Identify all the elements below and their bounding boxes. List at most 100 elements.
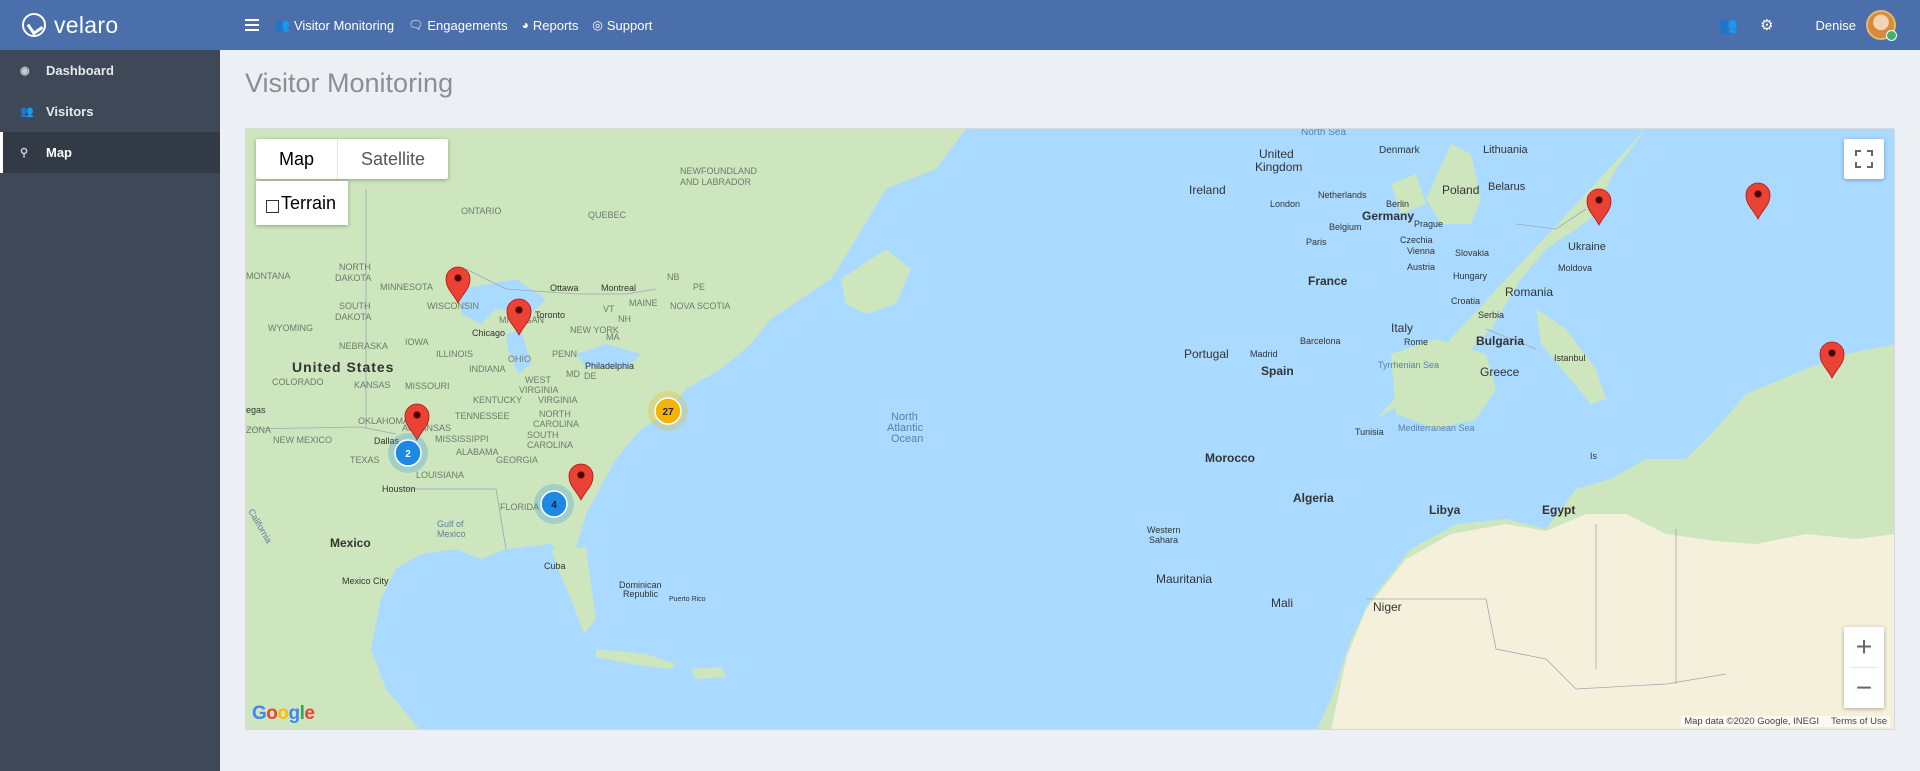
svg-text:Algeria: Algeria xyxy=(1293,491,1334,505)
svg-text:Poland: Poland xyxy=(1442,183,1479,197)
svg-text:KENTUCKY: KENTUCKY xyxy=(473,395,522,405)
svg-text:Lithuania: Lithuania xyxy=(1483,144,1529,156)
svg-text:ILLINOIS: ILLINOIS xyxy=(436,349,473,359)
svg-text:United: United xyxy=(1259,147,1294,161)
svg-text:AND LABRADOR: AND LABRADOR xyxy=(680,177,752,187)
svg-text:Republic: Republic xyxy=(623,589,659,599)
svg-text:MAINE: MAINE xyxy=(629,298,658,308)
svg-text:Gulf of: Gulf of xyxy=(437,519,464,529)
avatar[interactable] xyxy=(1866,10,1897,41)
svg-text:Rome: Rome xyxy=(1404,337,1428,347)
svg-text:Madrid: Madrid xyxy=(1250,349,1278,359)
svg-text:Hungary: Hungary xyxy=(1453,271,1488,281)
map-attribution: Map data ©2020 Google, INEGI Terms of Us… xyxy=(1681,716,1890,727)
nav-visitor-monitoring[interactable]: 👥 Visitor Monitoring xyxy=(275,18,394,33)
page-title: Visitor Monitoring xyxy=(245,68,454,98)
svg-text:Ireland: Ireland xyxy=(1189,183,1226,197)
svg-text:Egypt: Egypt xyxy=(1542,503,1575,517)
svg-text:TEXAS: TEXAS xyxy=(350,455,380,465)
svg-text:Chicago: Chicago xyxy=(472,328,505,338)
svg-text:Niger: Niger xyxy=(1373,600,1402,614)
svg-text:NEWFOUNDLAND: NEWFOUNDLAND xyxy=(680,166,758,176)
team-icon[interactable]: 👥 xyxy=(1719,16,1738,34)
pie-chart-icon: ◕ xyxy=(521,18,529,32)
cluster-27[interactable]: 27 xyxy=(648,391,688,431)
cluster-4[interactable]: 4 xyxy=(534,484,574,524)
svg-text:Spain: Spain xyxy=(1261,364,1294,378)
svg-text:Barcelona: Barcelona xyxy=(1300,336,1341,346)
svg-text:Is: Is xyxy=(1590,451,1598,461)
terrain-label: Terrain xyxy=(281,192,337,213)
terrain-checkbox[interactable] xyxy=(266,200,279,213)
nav-reports[interactable]: ◕ Reports xyxy=(522,18,579,33)
svg-text:Mauritania: Mauritania xyxy=(1156,572,1212,586)
svg-text:Houston: Houston xyxy=(382,484,416,494)
map-canvas[interactable]: North Sea United Kingdom Denmark Lithuan… xyxy=(246,129,1895,730)
dashboard-icon: ◉ xyxy=(20,65,30,77)
nav-support[interactable]: ◎ Support xyxy=(592,18,652,33)
svg-text:Istanbul: Istanbul xyxy=(1554,353,1586,363)
svg-text:Mexico: Mexico xyxy=(330,536,371,550)
svg-text:Tyrrhenian Sea: Tyrrhenian Sea xyxy=(1378,360,1439,370)
svg-text:NH: NH xyxy=(618,314,631,324)
svg-text:NEW MEXICO: NEW MEXICO xyxy=(273,435,332,445)
sidebar-item-visitors[interactable]: 👥 Visitors xyxy=(0,91,220,132)
svg-text:MISSOURI: MISSOURI xyxy=(405,381,450,391)
svg-text:27: 27 xyxy=(662,407,674,418)
sidebar-item-map[interactable]: ⚲ Map xyxy=(0,132,220,173)
svg-text:NORTH: NORTH xyxy=(539,409,571,419)
svg-text:MISSISSIPPI: MISSISSIPPI xyxy=(435,434,489,444)
svg-text:VIRGINIA: VIRGINIA xyxy=(538,395,578,405)
svg-text:Montreal: Montreal xyxy=(601,283,636,293)
svg-text:MA: MA xyxy=(606,332,620,342)
svg-text:Mediterranean Sea: Mediterranean Sea xyxy=(1398,423,1475,433)
svg-text:Germany: Germany xyxy=(1362,209,1414,223)
user-name[interactable]: Denise xyxy=(1816,18,1856,33)
svg-text:COLORADO: COLORADO xyxy=(272,377,324,387)
terms-of-use-link[interactable]: Terms of Use xyxy=(1831,716,1887,727)
svg-text:ZONA: ZONA xyxy=(246,425,271,435)
svg-text:FLORIDA: FLORIDA xyxy=(500,502,539,512)
brand-name: velaro xyxy=(54,11,119,38)
svg-text:DAKOTA: DAKOTA xyxy=(335,273,371,283)
sidebar-item-dashboard[interactable]: ◉ Dashboard xyxy=(0,50,220,91)
svg-text:Cuba: Cuba xyxy=(544,561,566,571)
svg-text:Bulgaria: Bulgaria xyxy=(1476,334,1524,348)
map-type-satellite-button[interactable]: Satellite xyxy=(337,139,448,179)
map-type-map-button[interactable]: Map xyxy=(256,139,337,179)
svg-text:Ottawa: Ottawa xyxy=(550,283,579,293)
nav-engagements[interactable]: 🗨 Engagements xyxy=(408,18,507,33)
svg-text:Tunisia: Tunisia xyxy=(1355,427,1384,437)
svg-text:Libya: Libya xyxy=(1429,503,1461,517)
google-logo[interactable]: Google xyxy=(252,703,315,725)
svg-text:Puerto Rico: Puerto Rico xyxy=(669,596,706,603)
svg-text:4: 4 xyxy=(551,500,557,511)
top-navbar: velaro 👥 Visitor Monitoring 🗨 Engagement… xyxy=(0,0,1920,50)
map-type-control: Map Satellite xyxy=(256,139,449,179)
cluster-2[interactable]: 2 xyxy=(388,433,428,473)
svg-text:VT: VT xyxy=(603,304,615,314)
svg-text:NB: NB xyxy=(667,272,680,282)
svg-text:Sahara: Sahara xyxy=(1149,535,1178,545)
svg-text:Western: Western xyxy=(1147,525,1180,535)
svg-text:Portugal: Portugal xyxy=(1184,347,1229,361)
svg-text:Moldova: Moldova xyxy=(1558,263,1592,273)
brand-logo[interactable]: velaro xyxy=(0,0,220,50)
svg-text:Greece: Greece xyxy=(1480,365,1520,379)
svg-text:Paris: Paris xyxy=(1306,237,1327,247)
terrain-toggle[interactable]: Terrain xyxy=(256,181,348,225)
menu-toggle-icon[interactable] xyxy=(245,19,259,31)
zoom-out-button[interactable]: − xyxy=(1844,668,1884,708)
svg-text:MINNESOTA: MINNESOTA xyxy=(380,282,433,292)
users-icon: 👥 xyxy=(275,18,290,32)
svg-text:Vienna: Vienna xyxy=(1407,246,1435,256)
svg-text:NEBRASKA: NEBRASKA xyxy=(339,341,388,351)
sidebar: ◉ Dashboard 👥 Visitors ⚲ Map xyxy=(0,50,220,771)
visitor-map[interactable]: North Sea United Kingdom Denmark Lithuan… xyxy=(245,128,1895,730)
zoom-in-button[interactable]: + xyxy=(1844,627,1884,667)
svg-text:Toronto: Toronto xyxy=(535,310,565,320)
svg-text:Belgium: Belgium xyxy=(1329,222,1362,232)
gear-icon[interactable]: ⚙ xyxy=(1760,16,1773,34)
fullscreen-button[interactable] xyxy=(1844,139,1884,179)
svg-text:United States: United States xyxy=(292,359,394,375)
